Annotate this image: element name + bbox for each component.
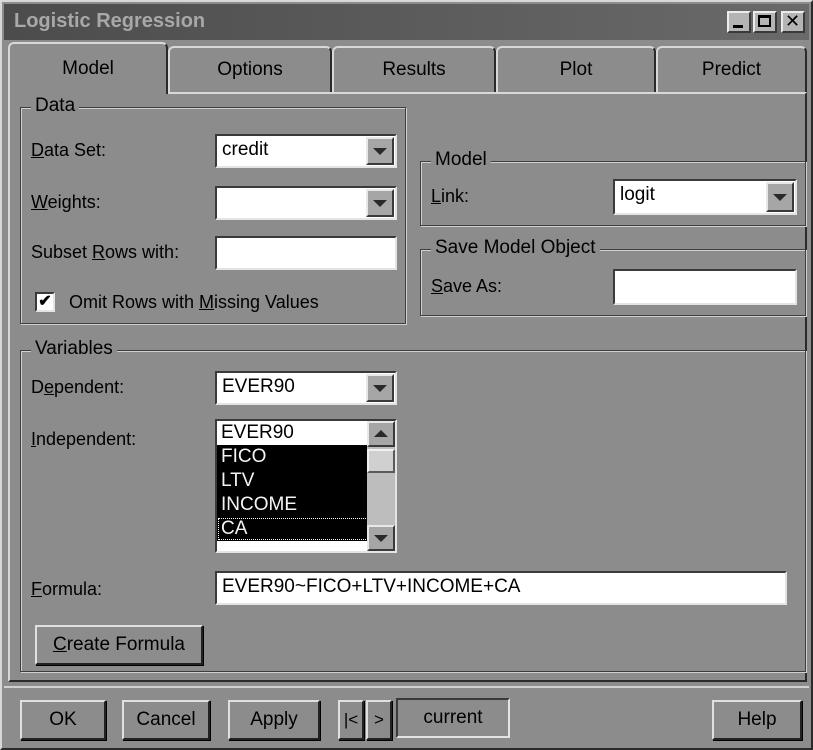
scroll-down-button[interactable] [367,525,395,551]
link-label: Link: [431,186,470,206]
omit-missing-checkbox[interactable]: ✔ [35,292,55,312]
subset-rows-label: Subset Rows with: [31,242,180,262]
tab-results[interactable]: Results [332,46,496,92]
help-button[interactable]: Help [712,700,802,740]
chevron-down-icon [373,200,387,207]
window-title: Logistic Regression [14,10,206,32]
tab-panel-model: Data Data Set: credit Weights: Subset Ro… [8,92,807,682]
formula-value: EVER90~FICO+LTV+INCOME+CA [222,576,521,597]
dependent-dropdown-button[interactable] [366,374,394,402]
weights-dropdown-button[interactable] [366,189,394,217]
logistic-regression-dialog: Logistic Regression ✕ Model Options Resu… [0,0,813,750]
bottom-button-bar: OK Cancel Apply |< > current Help [4,686,809,746]
formula-input[interactable]: EVER90~FICO+LTV+INCOME+CA [215,571,787,605]
minimize-button[interactable] [727,11,751,33]
save-model-group-title: Save Model Object [431,237,600,259]
variables-group-title: Variables [31,338,117,360]
tab-predict[interactable]: Predict [656,46,807,92]
save-as-input[interactable] [613,269,797,305]
nav-next-button[interactable]: > [366,700,392,740]
dependent-label: Dependent: [31,377,125,397]
save-as-label: Save As: [431,276,503,296]
tab-model[interactable]: Model [8,42,168,94]
weights-combo[interactable] [215,186,397,220]
scroll-up-button[interactable] [367,421,395,447]
data-set-value: credit [222,139,269,160]
chevron-up-icon [374,430,388,437]
cancel-button[interactable]: Cancel [122,700,210,740]
create-formula-button[interactable]: Create Formula [35,625,203,665]
subset-rows-input[interactable] [215,236,397,270]
data-set-combo[interactable]: credit [215,134,397,168]
dependent-value: EVER90 [222,376,295,397]
check-icon: ✔ [38,293,52,310]
chevron-down-icon [374,535,388,542]
data-group-title: Data [31,95,80,117]
link-dropdown-button[interactable] [766,182,794,212]
omit-missing-label: Omit Rows with Missing Values [69,292,319,312]
close-icon: ✕ [785,11,801,32]
data-group: Data Data Set: credit Weights: Subset Ro… [20,95,406,324]
scroll-thumb[interactable] [367,449,395,473]
dependent-combo[interactable]: EVER90 [215,371,397,405]
chevron-down-icon [373,148,387,155]
current-indicator: current [396,698,510,738]
independent-scrollbar[interactable] [367,421,395,551]
independent-listbox[interactable]: EVER90 FICO LTV INCOME CA [215,419,397,553]
maximize-icon [758,15,771,27]
weights-label: Weights: [31,192,101,212]
model-group: Model Link: logit [420,149,806,226]
data-set-dropdown-button[interactable] [366,137,394,165]
title-bar[interactable]: Logistic Regression ✕ [4,4,809,40]
link-value: logit [620,184,655,205]
close-button[interactable]: ✕ [781,11,805,33]
tab-plot[interactable]: Plot [496,46,656,92]
independent-label: Independent: [31,429,137,449]
formula-label: Formula: [31,579,103,599]
nav-first-button[interactable]: |< [338,700,364,740]
model-group-title: Model [431,149,491,171]
data-set-label: Data Set: [31,140,107,160]
chevron-down-icon [373,385,387,392]
maximize-button[interactable] [753,11,777,33]
apply-button[interactable]: Apply [228,700,320,740]
variables-group: Variables Dependent: EVER90 Independent:… [20,338,806,672]
save-model-group: Save Model Object Save As: [420,237,806,316]
minimize-icon [733,25,743,28]
link-combo[interactable]: logit [613,179,797,215]
ok-button[interactable]: OK [20,700,106,740]
tab-options[interactable]: Options [168,46,332,92]
chevron-down-icon [773,194,787,201]
